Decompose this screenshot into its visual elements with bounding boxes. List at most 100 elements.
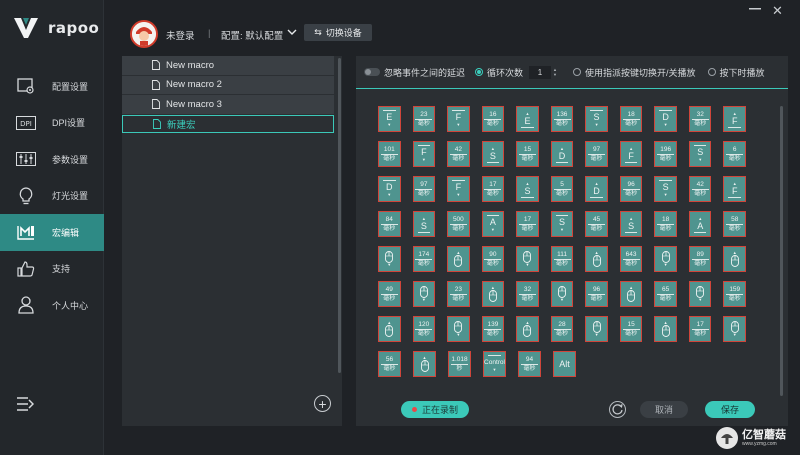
delay-event[interactable]: 84 毫秒: [378, 211, 401, 237]
delay-event[interactable]: 196 毫秒: [654, 141, 677, 167]
switch-device-button[interactable]: ⇆ 切换设备: [304, 24, 372, 41]
delay-event[interactable]: 17 毫秒: [688, 316, 712, 342]
profile-selector[interactable]: 配置: 默认配置: [221, 28, 283, 42]
key-up-event[interactable]: ▲ E: [516, 106, 539, 132]
delay-event[interactable]: 97 毫秒: [585, 141, 608, 167]
delay-event[interactable]: 58 毫秒: [723, 211, 747, 237]
login-status[interactable]: 未登录: [166, 28, 195, 42]
delay-event[interactable]: 56 毫秒: [378, 351, 401, 377]
mouse-down-event[interactable]: ▼: [378, 246, 401, 272]
macro-list-item[interactable]: New macro 3: [122, 95, 334, 114]
mouse-up-event[interactable]: ▲: [378, 316, 401, 342]
hold-mode-radio[interactable]: [707, 68, 716, 76]
key-up-event[interactable]: ▲ S: [412, 211, 436, 237]
loop-stepper[interactable]: ▲ ▼: [553, 67, 557, 77]
delay-event[interactable]: 96 毫秒: [585, 281, 608, 307]
delay-event[interactable]: 6 毫秒: [723, 141, 747, 167]
delay-event[interactable]: 97 毫秒: [412, 176, 436, 202]
delay-event[interactable]: 17 毫秒: [481, 176, 505, 202]
delay-event[interactable]: 32 毫秒: [688, 106, 712, 132]
loop-radio[interactable]: [475, 68, 484, 76]
minimize-icon[interactable]: [749, 8, 761, 10]
key-up-event[interactable]: ▲ S: [619, 211, 643, 237]
delay-event[interactable]: 45 毫秒: [585, 211, 608, 237]
key-down-event[interactable]: S ▼: [550, 211, 574, 237]
editor-scrollbar[interactable]: [780, 106, 783, 396]
mouse-up-event[interactable]: ▲: [723, 246, 747, 272]
key-none-event[interactable]: Alt: [553, 351, 576, 377]
key-up-event[interactable]: ▲ F: [723, 106, 747, 132]
sidebar-item-lighting[interactable]: 灯光设置: [0, 178, 104, 215]
key-down-event[interactable]: F ▼: [447, 106, 470, 132]
delay-event[interactable]: 94 毫秒: [518, 351, 541, 377]
recording-button[interactable]: 正在录制: [401, 401, 469, 418]
delay-event[interactable]: 23 毫秒: [412, 106, 436, 132]
key-up-event[interactable]: ▲ D: [550, 141, 574, 167]
macro-list-item[interactable]: New macro 2: [122, 75, 334, 94]
key-up-event[interactable]: ▲ D: [585, 176, 608, 202]
key-up-event[interactable]: ▲ S: [516, 176, 539, 202]
delay-event[interactable]: 42 毫秒: [447, 141, 470, 167]
key-up-event[interactable]: ▲ F: [723, 176, 747, 202]
delay-event[interactable]: 159 毫秒: [723, 281, 747, 307]
cancel-button[interactable]: 取消: [640, 401, 688, 418]
mouse-down-event[interactable]: ▼: [723, 316, 747, 342]
delay-event[interactable]: 5 毫秒: [550, 176, 574, 202]
sidebar-item-parameters[interactable]: 参数设置: [0, 141, 104, 178]
sidebar-item-dpi[interactable]: DPI DPI设置: [0, 105, 104, 142]
sidebar-item-profile-settings[interactable]: 配置设置: [0, 68, 104, 105]
mouse-up-event[interactable]: ▲: [619, 281, 643, 307]
refresh-button[interactable]: [609, 401, 626, 418]
toggle-mode-radio[interactable]: [573, 68, 581, 76]
key-up-event[interactable]: ▲ S: [481, 141, 505, 167]
key-up-event[interactable]: ▲ F: [619, 141, 643, 167]
delay-event[interactable]: 96 毫秒: [619, 176, 643, 202]
delay-event[interactable]: 42 毫秒: [688, 176, 712, 202]
delay-event[interactable]: 28 毫秒: [550, 316, 574, 342]
add-macro-button[interactable]: +: [314, 395, 331, 412]
delay-event[interactable]: 15 毫秒: [619, 316, 643, 342]
mouse-down-event[interactable]: ▼: [447, 316, 470, 342]
mouse-up-event[interactable]: ▲: [585, 246, 608, 272]
delay-event[interactable]: 23 毫秒: [447, 281, 470, 307]
delay-event[interactable]: 500 毫秒: [447, 211, 470, 237]
key-down-event[interactable]: D ▼: [378, 176, 401, 202]
mouse-up-event[interactable]: ▲: [516, 316, 539, 342]
macro-list-item-selected[interactable]: 新建宏: [122, 114, 334, 133]
spin-down-icon[interactable]: ▼: [553, 72, 557, 77]
macro-list-item[interactable]: New macro: [122, 56, 334, 75]
mouse-up-event[interactable]: ▲: [413, 351, 436, 377]
key-down-event[interactable]: S ▼: [688, 141, 712, 167]
avatar[interactable]: [130, 20, 158, 48]
key-up-event[interactable]: ▲ A: [688, 211, 712, 237]
mouse-down-event[interactable]: ▼: [654, 246, 677, 272]
delay-event[interactable]: 17 毫秒: [516, 211, 539, 237]
delay-event[interactable]: 136 毫秒: [550, 106, 574, 132]
collapse-menu-icon[interactable]: [16, 396, 34, 412]
key-down-event[interactable]: D ▼: [654, 106, 677, 132]
delay-event[interactable]: 120 毫秒: [412, 316, 436, 342]
delay-event[interactable]: 89 毫秒: [688, 246, 712, 272]
delay-event[interactable]: 101 毫秒: [378, 141, 401, 167]
delay-event[interactable]: 139 毫秒: [481, 316, 505, 342]
sidebar-item-macro-editor[interactable]: 宏编辑: [0, 214, 104, 251]
delay-event[interactable]: 18 毫秒: [619, 106, 643, 132]
delay-event[interactable]: 49 毫秒: [378, 281, 401, 307]
delay-event[interactable]: 65 毫秒: [654, 281, 677, 307]
delay-event[interactable]: 111 毫秒: [550, 246, 574, 272]
list-scrollbar[interactable]: [338, 58, 341, 373]
mouse-down-event[interactable]: ▼: [688, 281, 712, 307]
mouse-down-event[interactable]: ▼: [585, 316, 608, 342]
key-down-event[interactable]: A ▼: [481, 211, 505, 237]
ignore-delay-toggle[interactable]: [364, 68, 380, 76]
key-down-event[interactable]: Control ▼: [483, 351, 506, 377]
mouse-down-event[interactable]: ▼: [412, 281, 436, 307]
delay-event[interactable]: 15 毫秒: [516, 141, 539, 167]
mouse-up-event[interactable]: ▲: [447, 246, 470, 272]
sidebar-item-support[interactable]: 支持: [0, 251, 104, 288]
delay-event[interactable]: 90 毫秒: [481, 246, 505, 272]
save-button[interactable]: 保存: [705, 401, 755, 418]
key-down-event[interactable]: E ▼: [378, 106, 401, 132]
sidebar-item-user-center[interactable]: 个人中心: [0, 287, 104, 324]
delay-event[interactable]: 18 毫秒: [654, 211, 677, 237]
